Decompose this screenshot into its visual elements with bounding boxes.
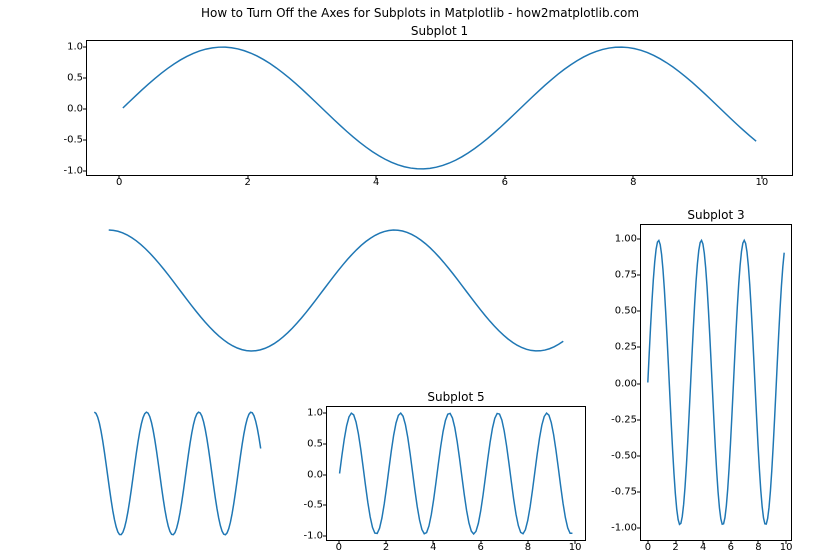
ytick-label: -0.50 bbox=[611, 450, 637, 461]
xtick-label: 2 bbox=[383, 542, 389, 553]
xtick-label: 10 bbox=[569, 542, 582, 553]
xtick-label: 8 bbox=[525, 542, 531, 553]
subplot-4-axes bbox=[86, 406, 269, 541]
ytick-label: -0.25 bbox=[611, 414, 637, 425]
figure: How to Turn Off the Axes for Subplots in… bbox=[0, 0, 840, 560]
xtick-label: 4 bbox=[373, 177, 379, 188]
xtick-label: 2 bbox=[672, 542, 678, 553]
xtick-label: 0 bbox=[645, 542, 651, 553]
subplot-3-axes: 0246810-1.00-0.75-0.50-0.250.000.250.500… bbox=[640, 224, 792, 541]
xtick-label: 10 bbox=[755, 177, 768, 188]
ytick-label: 0.0 bbox=[307, 469, 323, 480]
subplot-5: Subplot 5 0246810-1.0-0.50.00.51.0 bbox=[326, 406, 586, 541]
subplot-2 bbox=[86, 224, 586, 357]
figure-suptitle: How to Turn Off the Axes for Subplots in… bbox=[0, 6, 840, 20]
subplot-2-line bbox=[86, 224, 586, 357]
subplot-4 bbox=[86, 406, 269, 541]
ytick-label: 0.50 bbox=[615, 306, 637, 317]
subplot-3-line bbox=[641, 225, 791, 540]
subplot-2-axes bbox=[86, 224, 586, 357]
ytick-label: -0.75 bbox=[611, 486, 637, 497]
subplot-1: Subplot 1 0246810-1.0-0.50.00.51.0 bbox=[86, 40, 793, 176]
xtick-label: 0 bbox=[116, 177, 122, 188]
subplot-1-title: Subplot 1 bbox=[86, 24, 793, 38]
ytick-label: -1.00 bbox=[611, 522, 637, 533]
xtick-label: 6 bbox=[728, 542, 734, 553]
ytick-label: 0.25 bbox=[615, 342, 637, 353]
ytick-label: 1.0 bbox=[67, 42, 83, 53]
ytick-label: -1.0 bbox=[63, 165, 83, 176]
subplot-1-axes: 0246810-1.0-0.50.00.51.0 bbox=[86, 40, 793, 176]
xtick-label: 6 bbox=[502, 177, 508, 188]
subplot-5-line bbox=[327, 407, 585, 540]
xtick-label: 10 bbox=[780, 542, 793, 553]
xtick-label: 2 bbox=[244, 177, 250, 188]
subplot-5-axes: 0246810-1.0-0.50.00.51.0 bbox=[326, 406, 586, 541]
subplot-5-title: Subplot 5 bbox=[326, 390, 586, 404]
subplot-4-line bbox=[86, 406, 269, 541]
ytick-label: 0.75 bbox=[615, 270, 637, 281]
xtick-label: 4 bbox=[700, 542, 706, 553]
ytick-label: 0.5 bbox=[67, 73, 83, 84]
subplot-1-line bbox=[87, 41, 792, 175]
xtick-label: 4 bbox=[430, 542, 436, 553]
ytick-label: 1.0 bbox=[307, 408, 323, 419]
xtick-label: 8 bbox=[630, 177, 636, 188]
ytick-label: 0.00 bbox=[615, 378, 637, 389]
ytick-label: 0.5 bbox=[307, 438, 323, 449]
ytick-label: 0.0 bbox=[67, 104, 83, 115]
ytick-label: -0.5 bbox=[63, 134, 83, 145]
ytick-label: -0.5 bbox=[303, 500, 323, 511]
xtick-label: 0 bbox=[336, 542, 342, 553]
ytick-label: 1.00 bbox=[615, 234, 637, 245]
subplot-3: Subplot 3 0246810-1.00-0.75-0.50-0.250.0… bbox=[640, 224, 792, 541]
ytick-label: -1.0 bbox=[303, 530, 323, 541]
xtick-label: 8 bbox=[755, 542, 761, 553]
xtick-label: 6 bbox=[477, 542, 483, 553]
subplot-3-title: Subplot 3 bbox=[640, 208, 792, 222]
